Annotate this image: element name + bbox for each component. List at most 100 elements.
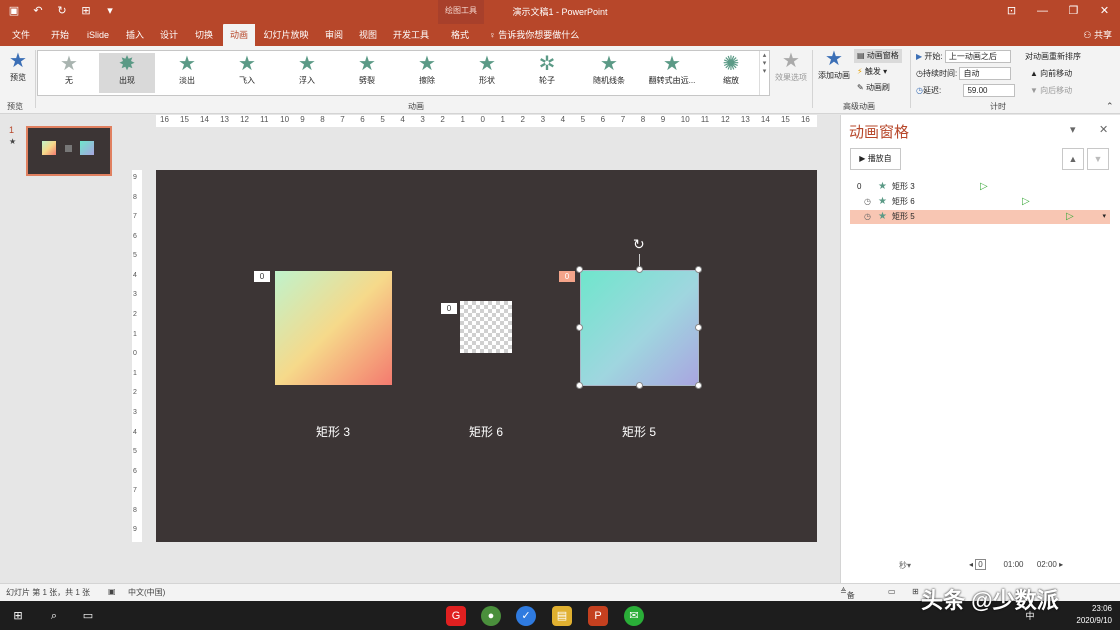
notes-button[interactable]: ≜ 备注 [840, 587, 855, 611]
animation-pane-title: 动画窗格 [849, 124, 910, 141]
trigger-button[interactable]: ⚡ 触发 ▾ [857, 65, 887, 79]
normal-view-icon[interactable]: ▭ [888, 587, 896, 596]
tab-format[interactable]: 格式 [444, 24, 476, 46]
star-icon: ✺ [722, 53, 740, 75]
tab-view[interactable]: 视图 [353, 24, 383, 46]
duration-input[interactable]: 自动 [959, 67, 1012, 81]
animation-list-item[interactable]: 0 ★ 矩形 3 ▷ [850, 180, 1110, 194]
rotate-handle-icon[interactable]: ↻ [633, 236, 645, 253]
effect-options-button[interactable]: ★ 效果选项 [772, 50, 810, 83]
effect-options-label: 效果选项 [775, 73, 807, 82]
anim-wipe[interactable]: ★ 擦除 [399, 53, 455, 93]
powerpoint-icon[interactable]: P [588, 606, 608, 626]
anim-wheel[interactable]: ✲ 轮子 [519, 53, 575, 93]
timeline-1min: 01:00 [1003, 560, 1024, 569]
start-select[interactable]: 上一动画之后 [944, 50, 1011, 64]
document-title: 演示文稿1 - PowerPoint [512, 7, 608, 17]
collapse-ribbon-icon[interactable]: ⌃ [1106, 101, 1114, 112]
tab-home[interactable]: 开始 [44, 24, 76, 46]
animation-list-item[interactable]: ◷ ★ 矩形 6 ▷ [850, 195, 1110, 209]
tab-insert[interactable]: 插入 [120, 24, 150, 46]
windows-start-icon[interactable]: ⊞ [8, 606, 28, 626]
ruler-tick-label: 7 [133, 213, 137, 221]
move-down-button[interactable]: ▼ [1087, 148, 1109, 170]
ruler-tick-label: 2 [133, 389, 137, 397]
tab-animations[interactable]: 动画 [223, 24, 255, 46]
share-button[interactable]: ⚇ 共享 [1083, 24, 1112, 46]
anim-float-in[interactable]: ★ 浮入 [279, 53, 335, 93]
pane-options-icon[interactable]: ▾ [1070, 123, 1076, 136]
clock-time: 23:06 [1091, 604, 1112, 613]
resize-handle[interactable] [695, 266, 702, 273]
animation-list-item-selected[interactable]: ◷ ★ 矩形 5 ▷ ▾ [850, 210, 1110, 224]
seconds-menu[interactable]: 秒▾ [899, 560, 911, 571]
wechat-icon[interactable]: ✉ [624, 606, 644, 626]
ruler-tick-label: 0 [480, 115, 485, 124]
item-dropdown-icon[interactable]: ▾ [1102, 210, 1106, 224]
appear-star-icon: ★ [878, 211, 887, 222]
taskbar-clock[interactable]: 23:06 2020/9/10 [1076, 603, 1112, 627]
tab-slideshow[interactable]: 幻灯片放映 [258, 24, 314, 46]
close-icon[interactable]: ✕ [1089, 0, 1120, 24]
resize-handle[interactable] [695, 382, 702, 389]
resize-handle[interactable] [576, 266, 583, 273]
app-g-icon[interactable]: G [446, 606, 466, 626]
tab-transitions[interactable]: 切换 [188, 24, 220, 46]
tab-design[interactable]: 设计 [154, 24, 184, 46]
sorter-view-icon[interactable]: ⊞ [912, 587, 919, 596]
gallery-scroll[interactable]: ▴ ▾ ▾ [759, 51, 769, 95]
spell-check-icon[interactable]: ▣ [108, 587, 116, 596]
search-icon[interactable]: ⌕ [44, 606, 64, 626]
minimize-icon[interactable]: — [1027, 0, 1058, 24]
ruler-tick-label: 3 [540, 115, 546, 124]
anim-split[interactable]: ★ 劈裂 [339, 53, 395, 93]
anim-fade[interactable]: ★ 淡出 [159, 53, 215, 93]
resize-handle[interactable] [695, 324, 702, 331]
tab-islide[interactable]: iSlide [82, 24, 114, 46]
delay-row: ◷延迟: 59.00 [916, 84, 1016, 98]
move-later-button[interactable]: ▼ 向后移动 [1030, 84, 1072, 98]
delay-input[interactable]: 59.00 [963, 84, 1016, 98]
resize-handle[interactable] [636, 266, 643, 273]
animation-painter-button[interactable]: ✎ 动画刷 [857, 81, 890, 95]
resize-handle[interactable] [636, 382, 643, 389]
anim-zoom[interactable]: ✺ 缩放 [703, 53, 759, 93]
rectangle-3[interactable] [275, 271, 392, 385]
preview-button[interactable]: ★ 预览 [4, 50, 32, 96]
tell-me-search[interactable]: ♀ 告诉我你想要做什么 [489, 24, 579, 46]
timeline-ruler[interactable]: ◂ 0 01:00 02:00 ▸ [969, 559, 1063, 570]
anim-fly-in[interactable]: ★ 飞入 [219, 53, 275, 93]
anim-random-bars[interactable]: ★ 随机线条 [579, 53, 639, 93]
anim-label: 劈裂 [359, 76, 375, 85]
rectangle-6[interactable] [460, 301, 512, 353]
move-up-button[interactable]: ▲ [1062, 148, 1084, 170]
tab-file[interactable]: 文件 [4, 24, 38, 46]
todo-icon[interactable]: ✓ [516, 606, 536, 626]
ruler-tick-label: 13 [220, 115, 229, 124]
anim-grow-turn[interactable]: ★ 翻转式由远... [641, 53, 703, 93]
anim-shape[interactable]: ★ 形状 [459, 53, 515, 93]
resize-handle[interactable] [576, 382, 583, 389]
slide-thumbnails-pane: 1 ★ [0, 115, 126, 583]
tab-developer[interactable]: 开发工具 [388, 24, 434, 46]
anim-none[interactable]: ★ 无 [41, 53, 97, 93]
move-earlier-button[interactable]: ▲ 向前移动 [1030, 67, 1072, 81]
ruler-tick-label: 2 [133, 311, 137, 319]
slide-thumbnail[interactable] [26, 126, 112, 176]
resize-handle[interactable] [576, 324, 583, 331]
rectangle-5[interactable] [580, 270, 699, 386]
restore-icon[interactable]: ❐ [1058, 0, 1089, 24]
language-indicator[interactable]: 中文(中国) [128, 587, 165, 598]
anim-name: 矩形 5 [892, 212, 915, 221]
animation-pane-button[interactable]: ▤ 动画窗格 [854, 49, 902, 63]
ribbon-display-icon[interactable]: ⊡ [996, 0, 1027, 24]
anim-appear[interactable]: ✸ 出现 [99, 53, 155, 93]
window-controls: ⊡ — ❐ ✕ [996, 0, 1120, 24]
play-from-button[interactable]: ▶ 播放自 [850, 148, 901, 170]
task-view-icon[interactable]: ▭ [78, 606, 98, 626]
file-explorer-icon[interactable]: ▤ [552, 606, 572, 626]
add-animation-button[interactable]: ★ 添加动画 [815, 48, 853, 81]
tab-review[interactable]: 审阅 [318, 24, 350, 46]
pane-close-icon[interactable]: ✕ [1099, 123, 1108, 136]
chrome-icon[interactable]: ● [481, 606, 501, 626]
